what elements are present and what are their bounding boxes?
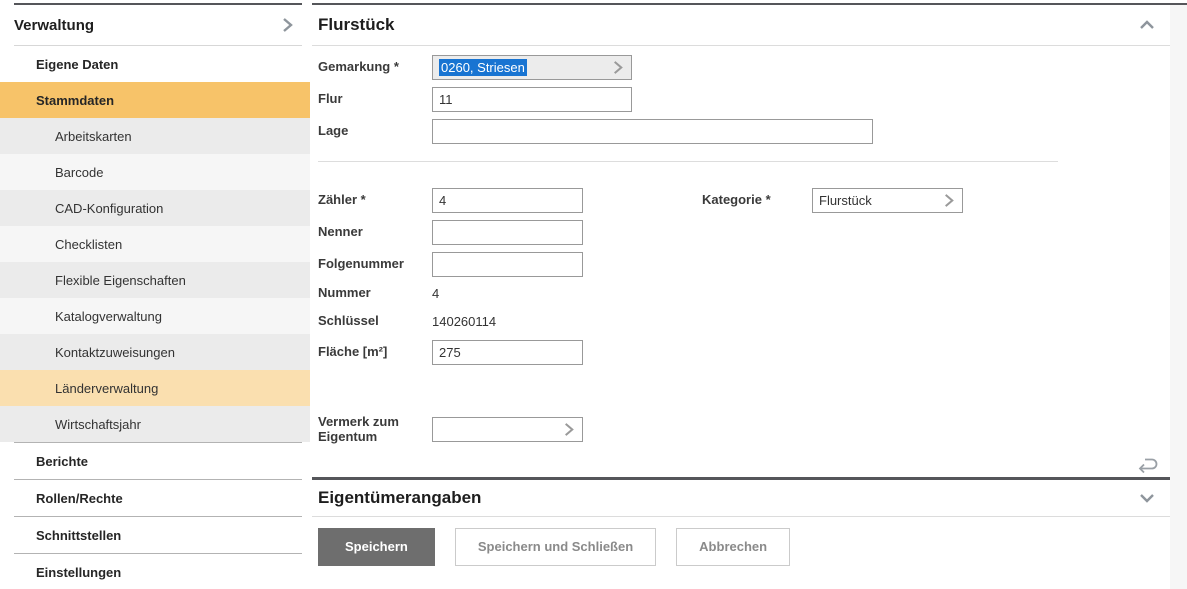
sidebar-item-label: Barcode	[55, 165, 103, 180]
sidebar-item-kontaktzuweisungen[interactable]: Kontaktzuweisungen	[0, 334, 310, 370]
save-and-close-button[interactable]: Speichern und Schließen	[455, 528, 656, 566]
cancel-button[interactable]: Abbrechen	[676, 528, 790, 566]
section-header-flurstueck: Flurstück	[312, 5, 1170, 46]
nummer-value: 4	[432, 286, 439, 301]
sidebar-item-label: CAD-Konfiguration	[55, 201, 163, 216]
section-title-eigentuemerangaben: Eigentümerangaben	[318, 488, 481, 508]
chevron-up-icon[interactable]	[1136, 16, 1158, 34]
kategorie-label: Kategorie *	[702, 193, 812, 208]
sidebar-item-label: Arbeitskarten	[55, 129, 132, 144]
nummer-label: Nummer	[318, 286, 432, 301]
flaeche-input[interactable]	[432, 340, 583, 365]
nenner-input[interactable]	[432, 220, 583, 245]
sidebar-item-laenderverwaltung[interactable]: Länderverwaltung	[0, 370, 310, 406]
gemarkung-label: Gemarkung *	[318, 60, 432, 75]
zaehler-label: Zähler *	[318, 193, 432, 208]
section-eigentuemerangaben: Eigentümerangaben	[312, 477, 1170, 517]
sidebar-item-schnittstellen[interactable]: Schnittstellen	[0, 517, 310, 553]
sidebar-item-label: Schnittstellen	[36, 528, 121, 543]
sidebar-item-label: Länderverwaltung	[55, 381, 158, 396]
chevron-right-icon	[610, 60, 625, 75]
flur-label: Flur	[318, 92, 432, 107]
main-panel: Flurstück Gemarkung * 0260, Striesen Flu…	[312, 5, 1170, 566]
gemarkung-value: 0260, Striesen	[439, 59, 527, 76]
sidebar-item-flexible-eigenschaften[interactable]: Flexible Eigenschaften	[0, 262, 310, 298]
chevron-down-icon[interactable]	[1136, 489, 1158, 507]
sidebar-item-wirtschaftsjahr[interactable]: Wirtschaftsjahr	[0, 406, 310, 442]
sidebar-item-label: Katalogverwaltung	[55, 309, 162, 324]
sidebar-item-cad-konfiguration[interactable]: CAD-Konfiguration	[0, 190, 310, 226]
schluessel-value: 140260114	[432, 314, 496, 329]
sidebar-item-label: Rollen/Rechte	[36, 491, 123, 506]
section-header-eigentuemerangaben: Eigentümerangaben	[312, 480, 1170, 517]
vermerk-picker[interactable]	[432, 417, 583, 442]
sidebar-item-label: Einstellungen	[36, 565, 121, 580]
kategorie-value: Flurstück	[819, 193, 872, 208]
undo-icon[interactable]	[1136, 455, 1160, 475]
nenner-label: Nenner	[318, 225, 432, 240]
sidebar-item-einstellungen[interactable]: Einstellungen	[0, 554, 310, 589]
sidebar-item-label: Flexible Eigenschaften	[55, 273, 186, 288]
vermerk-label: Vermerk zum Eigentum	[318, 415, 432, 445]
lage-label: Lage	[318, 124, 432, 139]
chevron-right-icon	[941, 193, 956, 208]
sidebar-item-label: Eigene Daten	[36, 57, 118, 72]
sidebar-item-label: Stammdaten	[36, 93, 114, 108]
chevron-right-icon	[561, 422, 576, 437]
folgenummer-input[interactable]	[432, 252, 583, 277]
sidebar-item-label: Berichte	[36, 454, 88, 469]
flaeche-label: Fläche [m²]	[318, 345, 432, 360]
sidebar-item-label: Checklisten	[55, 237, 122, 252]
sidebar-item-checklisten[interactable]: Checklisten	[0, 226, 310, 262]
sidebar: Verwaltung Eigene Daten Stammdaten Arbei…	[0, 0, 310, 589]
sidebar-header[interactable]: Verwaltung	[14, 5, 302, 46]
form-divider	[318, 161, 1058, 162]
sidebar-item-katalogverwaltung[interactable]: Katalogverwaltung	[0, 298, 310, 334]
sidebar-inner: Verwaltung	[14, 3, 302, 46]
sidebar-title: Verwaltung	[14, 17, 94, 34]
sidebar-item-eigene-daten[interactable]: Eigene Daten	[0, 46, 310, 82]
kategorie-picker[interactable]: Flurstück	[812, 188, 963, 213]
sidebar-item-rollen-rechte[interactable]: Rollen/Rechte	[0, 480, 310, 516]
sidebar-item-berichte[interactable]: Berichte	[0, 443, 310, 479]
sidebar-item-stammdaten[interactable]: Stammdaten	[0, 82, 310, 118]
sidebar-item-arbeitskarten[interactable]: Arbeitskarten	[0, 118, 310, 154]
flurstueck-form: Gemarkung * 0260, Striesen Flur Lage Zäh…	[312, 46, 1170, 477]
flur-input[interactable]	[432, 87, 632, 112]
gemarkung-picker[interactable]: 0260, Striesen	[432, 55, 632, 80]
app-window: Verwaltung Eigene Daten Stammdaten Arbei…	[0, 0, 1187, 589]
sidebar-item-label: Wirtschaftsjahr	[55, 417, 141, 432]
section-title-flurstueck: Flurstück	[318, 15, 395, 35]
footer-actions: Speichern Speichern und Schließen Abbrec…	[312, 517, 1170, 566]
save-button[interactable]: Speichern	[318, 528, 435, 566]
right-gutter	[1170, 5, 1187, 589]
folgenummer-label: Folgenummer	[318, 257, 432, 272]
sidebar-item-barcode[interactable]: Barcode	[0, 154, 310, 190]
schluessel-label: Schlüssel	[318, 314, 432, 329]
sidebar-item-label: Kontaktzuweisungen	[55, 345, 175, 360]
chevron-right-icon[interactable]	[278, 16, 296, 34]
lage-input[interactable]	[432, 119, 873, 144]
zaehler-input[interactable]	[432, 188, 583, 213]
